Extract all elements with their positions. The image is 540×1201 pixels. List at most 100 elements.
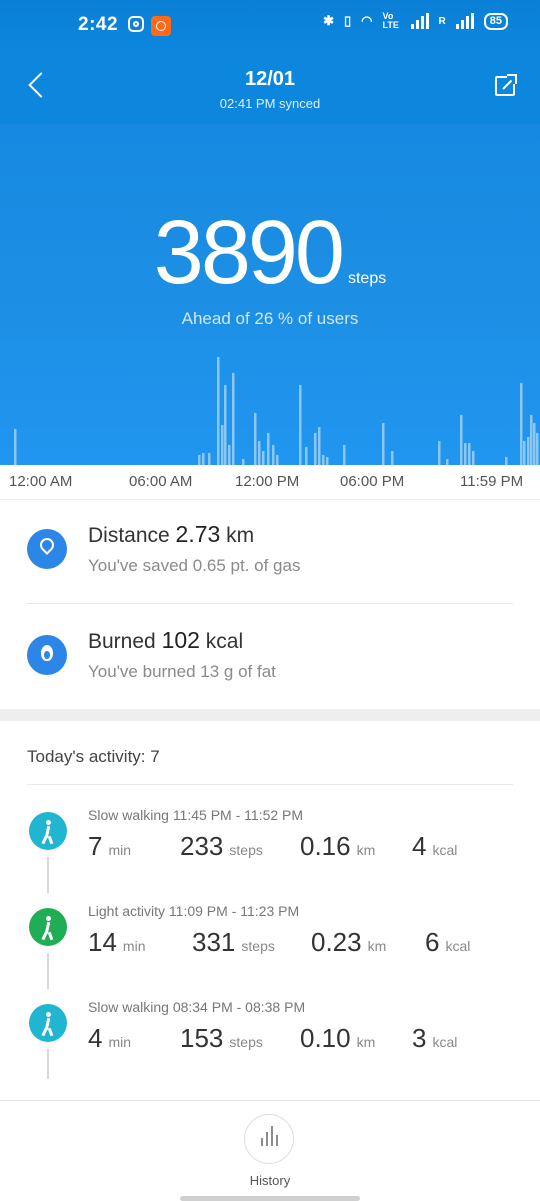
bluetooth-icon: ✱ [323,13,335,28]
activity-kcal-unit: kcal [445,938,471,954]
burned-unit: kcal [205,630,244,653]
divider [27,603,513,604]
distance-unit: km [226,524,255,547]
chart-x-axis: 12:00 AM 06:00 AM 12:00 PM 06:00 PM 11:5… [0,465,540,500]
timeline-connector [47,857,49,893]
chart-bar [472,451,475,465]
distance-value: 2.73 [175,521,221,547]
chart-bar [221,425,224,465]
chart-bar [520,383,523,465]
divider [27,784,513,785]
x-tick-label: 06:00 PM [340,473,405,490]
share-icon[interactable] [495,74,517,96]
volte-label: Vo LTE [382,11,399,30]
x-tick-label: 11:59 PM [460,473,524,490]
distance-row[interactable]: Distance 2.73 km You've saved 0.65 pt. o… [0,499,540,605]
activity-header: Today's activity: 7 [27,747,160,766]
activity-km: 0.23 km [311,927,386,958]
burned-subtext: You've burned 13 g of fat [88,662,276,681]
chart-bar [533,423,536,465]
activity-kcal-unit: kcal [432,1034,458,1050]
timeline-connector [47,1049,49,1079]
chart-bar [272,445,275,465]
activity-min: 4 min [88,1023,131,1054]
activity-item[interactable]: Slow walking 08:34 PM - 08:38 PM 4 min 153 s… [0,987,540,1083]
activity-kcal-value: 6 [425,927,440,957]
sync-status: 02:41 PM synced [219,96,321,111]
activity-km: 0.10 km [300,1023,375,1054]
instagram-icon [128,16,144,32]
activity-kcal: 6 kcal [425,927,470,958]
chart-bar [276,455,279,465]
activity-title: Slow walking 08:34 PM - 08:38 PM [88,999,306,1015]
activity-steps-value: 233 [180,831,224,861]
chart-bar [14,429,17,465]
chart-bar [299,385,302,465]
chart-bar [305,447,308,465]
distance-label: Distance [88,524,170,547]
chart-bar [224,385,227,465]
burned-title: Burned 102 kcal [88,627,243,654]
activity-km-unit: km [356,1034,376,1050]
activity-steps: 153 steps [180,1023,263,1054]
burned-value: 102 [161,627,200,653]
chart-bar [326,457,329,465]
distance-title: Distance 2.73 km [88,521,254,548]
chart-bar [468,443,471,465]
chart-bar [322,455,325,465]
activity-steps-unit: steps [229,842,263,858]
app-header: 12/01 02:41 PM synced [0,54,540,124]
history-button[interactable] [244,1114,294,1164]
activity-km-unit: km [367,938,387,954]
app-notification-icon [151,16,171,36]
chart-bar [536,433,539,465]
chart-bar [391,451,394,465]
activity-item[interactable]: Slow walking 11:45 PM - 11:52 PM 7 min 233 s… [0,795,540,893]
status-time: 2:42 [78,14,119,35]
activity-steps: 331 steps [192,927,275,958]
chart-bar [527,437,530,465]
chart-bar [217,357,220,465]
vibrate-icon: ▯ [344,13,352,28]
signal-icon [410,13,429,29]
activity-min: 14 min [88,927,145,958]
burned-label: Burned [88,630,156,653]
chart-bar [232,373,235,465]
activity-min: 7 min [88,831,131,862]
walking-icon [29,812,67,850]
home-indicator[interactable] [180,1196,360,1201]
header-date: 12/01 [244,68,296,90]
chart-bar [464,443,467,465]
chart-bar [202,453,205,465]
steps-value: 3890 [153,203,345,303]
steps-display: 3890 steps [0,202,540,305]
activity-steps-unit: steps [229,1034,263,1050]
burned-row[interactable]: Burned 102 kcal You've burned 13 g of fa… [0,605,540,711]
chart-bar [262,451,265,465]
section-separator [0,709,540,721]
activity-title: Light activity 11:09 PM - 11:23 PM [88,903,300,919]
x-tick-label: 12:00 PM [235,473,300,490]
activity-kcal: 4 kcal [412,831,457,862]
x-tick-label: 06:00 AM [129,473,193,490]
flame-icon [27,635,67,675]
wifi-icon: ◠ [361,13,373,28]
activity-min-value: 14 [88,927,117,957]
chart-bar [318,427,321,465]
history-label[interactable]: History [0,1173,540,1188]
activity-title: Slow walking 11:45 PM - 11:52 PM [88,807,304,823]
activity-kcal-unit: kcal [432,842,458,858]
activity-steps: 233 steps [180,831,263,862]
chart-bar [254,413,257,465]
activity-km: 0.16 km [300,831,375,862]
chart-bar [382,423,385,465]
chart-bar [228,445,231,465]
activity-min-unit: min [108,1034,132,1050]
chart-bar [267,433,270,465]
activity-item[interactable]: Light activity 11:09 PM - 11:23 PM 14 min 3… [0,891,540,989]
status-icons: ✱ ▯ ◠ Vo LTE R 85 [323,12,508,30]
chart-bar [314,433,317,465]
running-icon [29,908,67,946]
activity-min-value: 4 [88,1023,103,1053]
activity-kcal-value: 3 [412,1023,427,1053]
